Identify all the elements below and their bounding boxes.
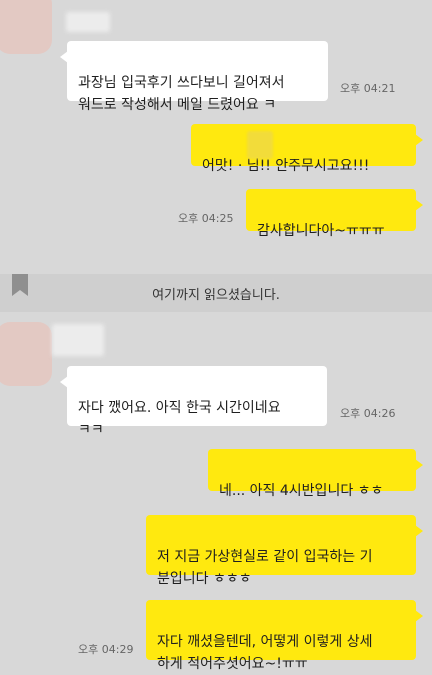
message-time: 오후 04:26 xyxy=(340,407,396,420)
message-bubble-incoming[interactable]: 자다 깼어요. 아직 한국 시간이네요 ㅋㅋ xyxy=(60,366,327,438)
sender-avatar[interactable] xyxy=(0,322,52,386)
bookmark-icon xyxy=(12,274,28,296)
message-text: 감사합니다아~ㅠㅠㅠ xyxy=(257,223,385,239)
message-text: 과장님 입국후기 쓰다보니 길어져서 워드로 작성해서 메일 드렸어요 ㅋ xyxy=(78,75,285,113)
message-time: 오후 04:25 xyxy=(178,212,234,225)
message-text: 자다 깼어요. 아직 한국 시간이네요 ㅋㅋ xyxy=(78,400,281,438)
message-bubble-outgoing[interactable]: 저 지금 가상현실로 같이 입국하는 기 분입니다 ㅎㅎㅎ xyxy=(146,515,423,587)
message-text: 어맛! · 님!! 안주무시고요!!! xyxy=(202,158,370,174)
message-bubble-outgoing[interactable]: 네... 아직 4시반입니다 ㅎㅎ xyxy=(208,449,423,499)
name-redaction xyxy=(247,131,273,159)
message-bubble-incoming[interactable]: 과장님 입국후기 쓰다보니 길어져서 워드로 작성해서 메일 드렸어요 ㅋ xyxy=(60,41,328,113)
message-text: 자다 깨셨을텐데, 어떻게 이렇게 상세 하게 적어주셧어요~!ㅠㅠ xyxy=(157,634,373,672)
read-position-divider: 여기까지 읽으셨습니다. xyxy=(0,274,432,312)
sender-name-blurred xyxy=(66,12,110,32)
message-text: 네... 아직 4시반입니다 ㅎㅎ xyxy=(219,483,384,499)
sender-name-blurred xyxy=(52,324,104,356)
message-time: 오후 04:29 xyxy=(78,643,134,656)
message-bubble-outgoing[interactable]: 감사합니다아~ㅠㅠㅠ xyxy=(246,189,423,239)
sender-avatar[interactable] xyxy=(0,0,52,54)
message-bubble-outgoing[interactable]: 자다 깨셨을텐데, 어떻게 이렇게 상세 하게 적어주셧어요~!ㅠㅠ xyxy=(146,600,423,672)
message-time: 오후 04:21 xyxy=(340,82,396,95)
message-bubble-outgoing[interactable]: 어맛! · 님!! 안주무시고요!!! xyxy=(191,124,423,174)
message-text: 저 지금 가상현실로 같이 입국하는 기 분입니다 ㅎㅎㅎ xyxy=(157,549,373,587)
divider-label: 여기까지 읽으셨습니다. xyxy=(152,287,280,303)
